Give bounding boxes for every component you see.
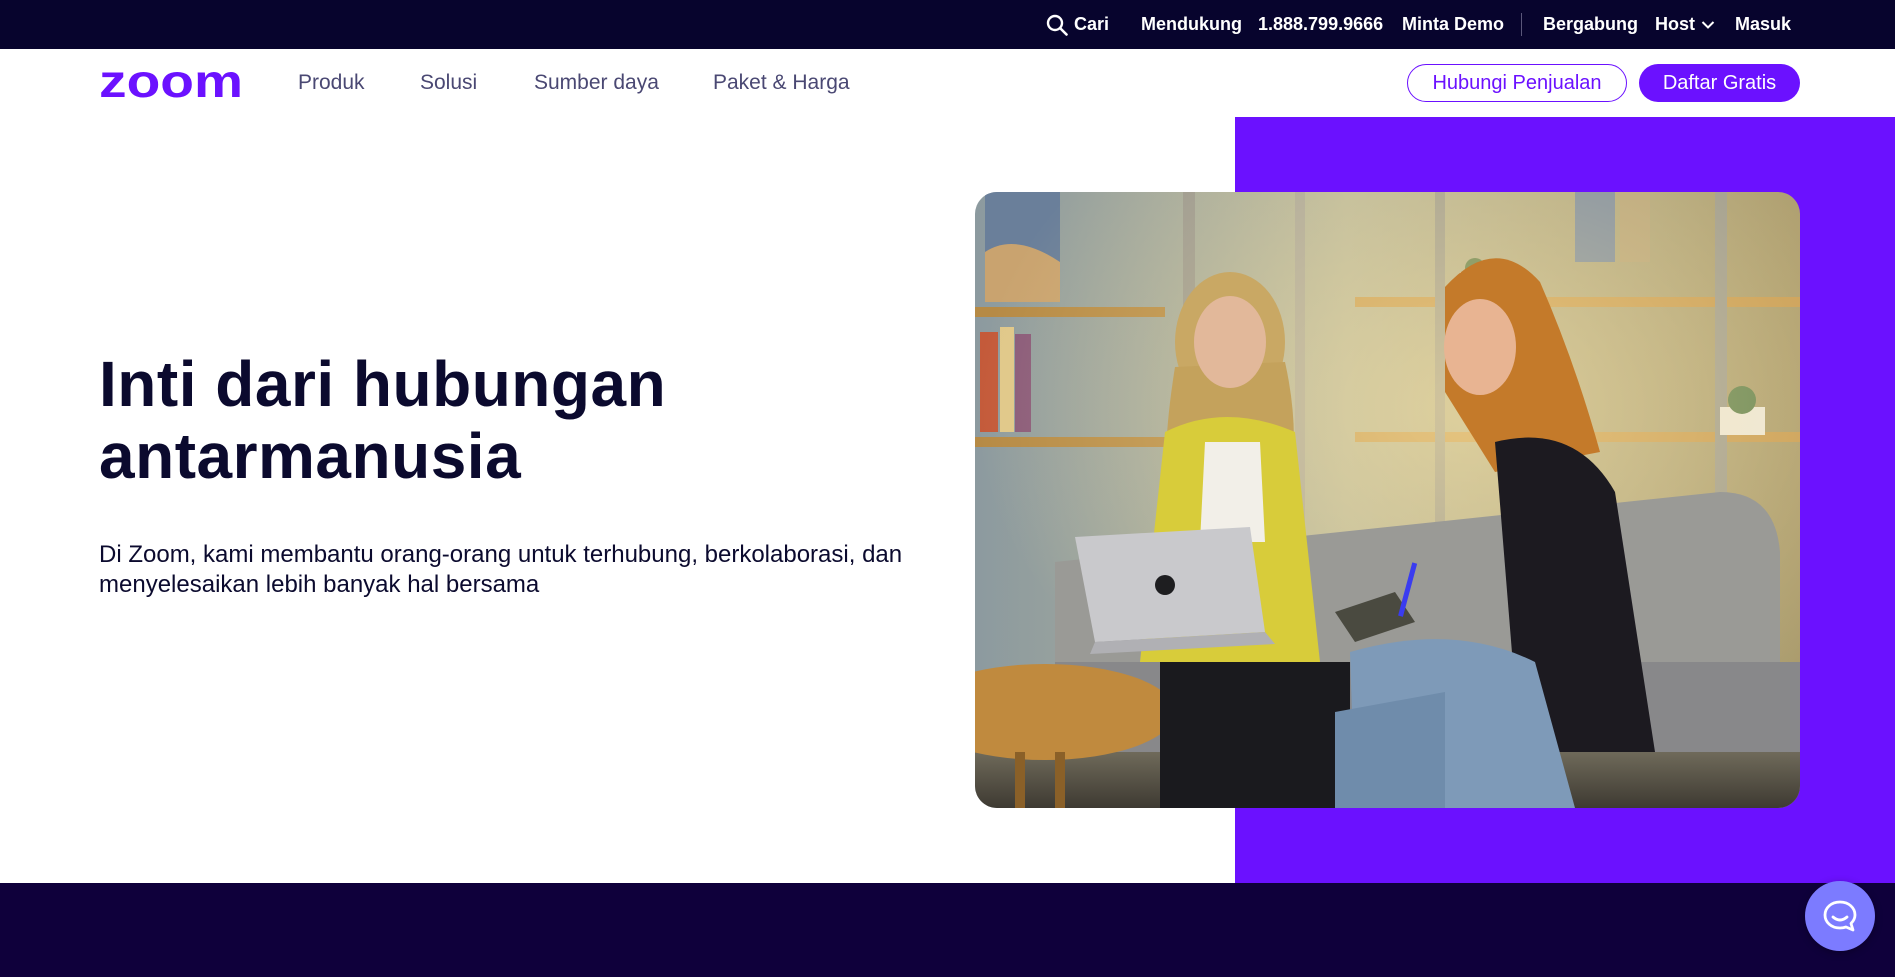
hero-title: Inti dari hubungan antarmanusia: [99, 348, 667, 492]
next-section-band: [0, 883, 1895, 977]
utility-divider: [1521, 13, 1522, 36]
contact-sales-button[interactable]: Hubungi Penjualan: [1407, 64, 1627, 102]
logo-wordmark: zoom: [99, 63, 243, 103]
request-demo-link[interactable]: Minta Demo: [1402, 0, 1504, 49]
chat-button[interactable]: [1805, 881, 1875, 951]
main-nav: zoom Produk Solusi Sumber daya Paket & H…: [0, 49, 1895, 117]
host-label: Host: [1655, 14, 1695, 34]
chat-bubble-icon: [1823, 900, 1857, 932]
hero-subtitle: Di Zoom, kami membantu orang-orang untuk…: [99, 541, 903, 598]
search-link[interactable]: Cari: [1046, 0, 1109, 49]
search-icon: [1046, 14, 1068, 36]
hero-photo: [975, 192, 1800, 808]
nav-link-products[interactable]: Produk: [298, 49, 365, 117]
sign-up-free-button[interactable]: Daftar Gratis: [1639, 64, 1800, 102]
search-label: Cari: [1074, 14, 1110, 34]
hero-section: Inti dari hubungan antarmanusia Di Zoom,…: [0, 117, 1895, 883]
host-dropdown[interactable]: Host: [1655, 0, 1715, 49]
nav-link-solutions[interactable]: Solusi: [420, 49, 477, 117]
nav-link-pricing[interactable]: Paket & Harga: [713, 49, 850, 117]
sign-in-link[interactable]: Masuk: [1735, 0, 1791, 49]
utility-bar: Cari Mendukung 1.888.799.9666 Minta Demo…: [0, 0, 1895, 49]
chevron-down-icon: [1701, 20, 1715, 29]
nav-link-resources[interactable]: Sumber daya: [534, 49, 659, 117]
join-meeting-link[interactable]: Bergabung: [1543, 0, 1638, 49]
zoom-logo[interactable]: zoom: [99, 63, 243, 103]
phone-link[interactable]: 1.888.799.9666: [1258, 0, 1383, 49]
support-link[interactable]: Mendukung: [1141, 0, 1242, 49]
